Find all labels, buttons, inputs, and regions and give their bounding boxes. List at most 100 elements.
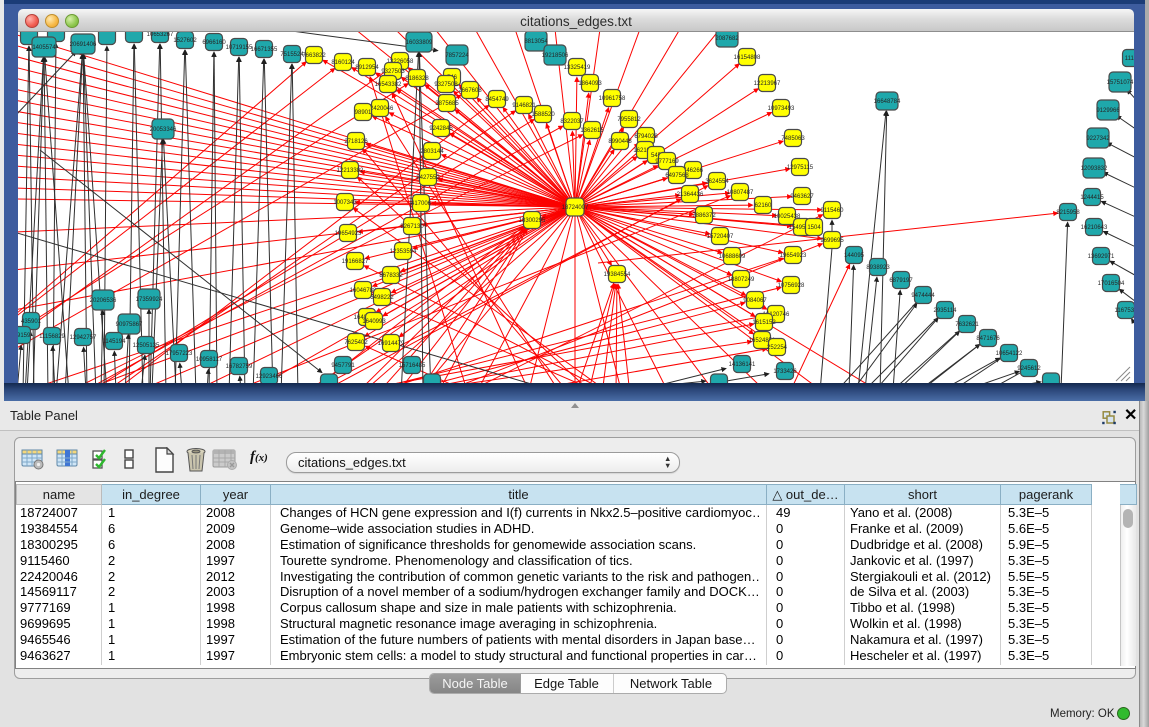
svg-text:17957223: 17957223: [166, 351, 193, 357]
svg-text:19218506: 19218506: [542, 53, 569, 59]
svg-text:9777169: 9777169: [655, 159, 679, 165]
svg-text:9242845: 9242845: [429, 126, 453, 132]
svg-text:8678332: 8678332: [379, 273, 403, 279]
svg-text:9699695: 9699695: [820, 238, 844, 244]
svg-text:9474444: 9474444: [911, 293, 935, 299]
svg-text:9327508: 9327508: [434, 82, 458, 88]
svg-text:20691406: 20691406: [70, 42, 97, 48]
svg-text:19654923: 19654923: [335, 231, 362, 237]
svg-text:19654923: 19654923: [780, 253, 807, 259]
svg-text:9084067: 9084067: [743, 298, 767, 304]
svg-text:12942757: 12942757: [70, 335, 97, 341]
svg-text:18300295: 18300295: [519, 218, 546, 224]
svg-text:16648784: 16648784: [874, 99, 901, 105]
svg-text:7515524: 7515524: [280, 52, 304, 58]
svg-text:18807249: 18807249: [728, 277, 755, 283]
svg-text:9115460: 9115460: [821, 208, 845, 214]
svg-text:16671355: 16671355: [251, 47, 278, 53]
svg-text:1615152: 1615152: [752, 320, 776, 326]
svg-text:6794028: 6794028: [634, 134, 658, 140]
svg-text:8813054: 8813054: [524, 39, 548, 45]
svg-text:6497568: 6497568: [665, 173, 689, 179]
svg-text:15720407: 15720407: [707, 234, 734, 240]
svg-text:8454749: 8454749: [485, 97, 509, 103]
svg-text:12505135: 12505135: [133, 343, 160, 349]
svg-text:13325419: 13325419: [564, 65, 591, 71]
svg-text:1504: 1504: [807, 225, 821, 231]
svg-text:16782759: 16782759: [226, 364, 253, 370]
svg-text:16033809: 16033809: [406, 40, 433, 46]
svg-text:1405574: 1405574: [32, 45, 56, 51]
svg-text:15716485: 15716485: [399, 363, 426, 369]
svg-text:39159: 39159: [18, 333, 31, 339]
svg-text:10973493: 10973493: [768, 106, 795, 112]
svg-text:8427552: 8427552: [416, 175, 440, 181]
svg-text:8912954: 8912954: [355, 65, 379, 71]
svg-text:10688609: 10688609: [719, 254, 746, 260]
svg-text:7485063: 7485063: [781, 136, 805, 142]
svg-text:12353594: 12353594: [390, 249, 417, 255]
svg-text:16914479: 16914479: [378, 341, 405, 347]
svg-text:8186328: 8186328: [405, 76, 429, 82]
svg-text:20206536: 20206536: [90, 298, 117, 304]
svg-text:1362615: 1362615: [580, 128, 604, 134]
svg-text:435901: 435901: [21, 319, 42, 325]
svg-text:16154808: 16154808: [734, 55, 761, 61]
svg-text:1145194: 1145194: [103, 339, 127, 345]
svg-text:144095: 144095: [844, 253, 865, 259]
svg-text:90975867: 90975867: [116, 322, 143, 328]
svg-text:11156829: 11156829: [39, 334, 65, 340]
svg-text:1527602: 1527602: [173, 38, 197, 44]
svg-text:417006: 417006: [411, 201, 432, 207]
svg-text:12975115: 12975115: [787, 165, 814, 171]
svg-text:9327503: 9327503: [381, 69, 405, 75]
svg-text:21364436: 21364436: [677, 192, 704, 198]
svg-text:1112: 1112: [1125, 56, 1134, 62]
svg-text:252254: 252254: [767, 345, 788, 351]
svg-text:1588520: 1588520: [531, 112, 555, 118]
svg-text:10807487: 10807487: [727, 190, 754, 196]
svg-text:8215958: 8215958: [1056, 210, 1080, 216]
svg-text:2803144: 2803144: [420, 149, 444, 155]
svg-text:12213967: 12213967: [754, 81, 781, 87]
svg-text:19166827: 19166827: [342, 259, 369, 265]
svg-text:17359924: 17359924: [136, 297, 163, 303]
svg-text:1864093: 1864093: [578, 81, 602, 87]
svg-text:7663822: 7663822: [302, 53, 326, 59]
svg-text:7632621: 7632621: [955, 322, 979, 328]
svg-text:15751074: 15751074: [1107, 80, 1134, 86]
svg-text:14136141: 14136141: [729, 362, 756, 368]
svg-text:1733426: 1733426: [773, 369, 797, 375]
svg-text:9146821: 9146821: [512, 103, 536, 109]
svg-text:6879197: 6879197: [889, 278, 913, 284]
svg-text:1640993: 1640993: [362, 319, 386, 325]
svg-text:2718126: 2718126: [344, 139, 368, 145]
svg-text:2935114: 2935114: [934, 308, 958, 314]
svg-text:10958117: 10958117: [196, 357, 223, 363]
svg-text:8322037: 8322037: [560, 119, 584, 125]
svg-text:7857224: 7857224: [445, 53, 469, 59]
svg-text:9463627: 9463627: [790, 194, 814, 200]
svg-text:8267130: 8267130: [400, 224, 424, 230]
svg-text:13692971: 13692971: [1088, 254, 1115, 260]
svg-text:20053346: 20053346: [150, 127, 177, 133]
svg-text:12213382: 12213382: [337, 168, 364, 174]
svg-text:19384554: 19384554: [604, 272, 631, 278]
svg-text:2087682: 2087682: [715, 36, 739, 42]
svg-text:17016504: 17016504: [1098, 281, 1125, 287]
svg-text:9129966: 9129966: [1096, 108, 1120, 114]
svg-text:12923466: 12923466: [256, 374, 283, 380]
svg-text:10961758: 10961758: [599, 96, 626, 102]
svg-text:9457791: 9457791: [331, 363, 355, 369]
svg-text:3875685: 3875685: [435, 101, 459, 107]
svg-text:6966160: 6966160: [202, 40, 226, 46]
svg-text:9227342: 9227342: [1086, 136, 1110, 142]
svg-text:98901: 98901: [355, 110, 372, 116]
svg-text:7886372: 7886372: [692, 213, 716, 219]
svg-text:1007343: 1007343: [333, 200, 357, 206]
svg-text:16210643: 16210643: [1081, 225, 1108, 231]
svg-text:2667608: 2667608: [458, 88, 482, 94]
svg-text:62160: 62160: [755, 203, 772, 209]
svg-text:8990448: 8990448: [608, 139, 632, 145]
svg-text:12093832: 12093832: [1081, 166, 1108, 172]
